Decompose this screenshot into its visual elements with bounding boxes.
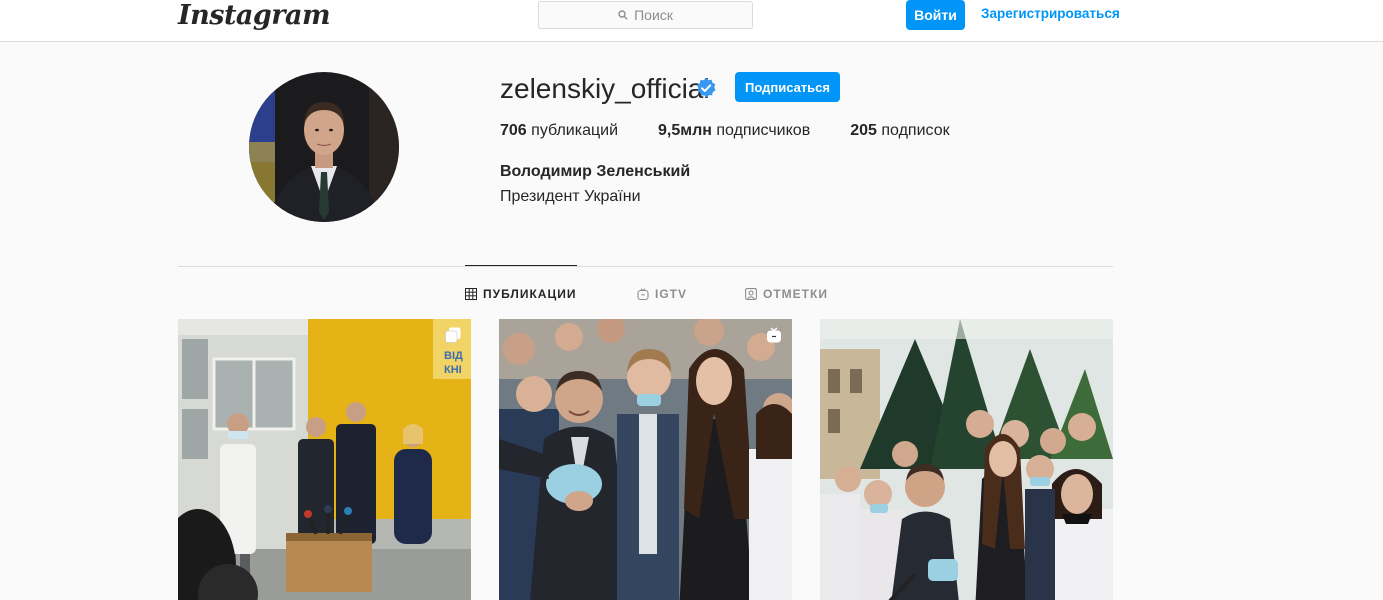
post-thumbnail-3[interactable] — [820, 319, 1113, 600]
active-tab-indicator — [465, 265, 577, 266]
following-count: 205 — [850, 122, 877, 139]
post-thumbnail-1[interactable]: ВІД КНІ — [178, 319, 471, 600]
post-photo-group-outdoors — [820, 319, 1113, 600]
followers-count: 9,5млн — [658, 122, 712, 139]
tab-tagged-label: ОТМЕТКИ — [763, 287, 828, 301]
avatar-photo — [249, 72, 399, 222]
instagram-logo[interactable]: Instagram — [178, 0, 331, 32]
grid-icon — [465, 288, 477, 300]
search-icon — [618, 10, 628, 20]
igtv-icon — [637, 288, 649, 300]
igtv-badge-icon — [767, 327, 781, 343]
followers-stat[interactable]: 9,5млн подписчиков — [658, 122, 810, 140]
top-navigation-bar: Instagram Поиск Войти Зарегистрироваться — [0, 0, 1383, 42]
tab-igtv-label: IGTV — [655, 287, 688, 301]
tab-tagged[interactable]: ОТМЕТКИ — [745, 286, 828, 302]
tab-posts[interactable]: ПУБЛИКАЦИИ — [465, 286, 576, 302]
posts-count-stat: 706 публикаций — [500, 122, 618, 140]
post-photo-press-conference: ВІД КНІ — [178, 319, 471, 600]
following-label: подписок — [881, 122, 950, 139]
posts-label: публикаций — [531, 122, 619, 139]
profile-bio: Президент України — [500, 188, 641, 205]
verified-badge-icon — [697, 78, 716, 98]
profile-avatar — [249, 72, 399, 222]
sign-text: ВІД — [444, 350, 463, 362]
profile-username: zelenskiy_official — [500, 73, 710, 104]
following-stat[interactable]: 205 подписок — [850, 122, 949, 140]
tagged-icon — [745, 288, 757, 300]
tab-igtv[interactable]: IGTV — [637, 286, 687, 302]
search-input[interactable]: Поиск — [538, 1, 753, 29]
post-photo-selfie-students — [499, 319, 792, 600]
signup-link[interactable]: Зарегистрироваться — [981, 6, 1120, 21]
login-button[interactable]: Войти — [906, 0, 965, 30]
followers-label: подписчиков — [716, 122, 811, 139]
search-placeholder: Поиск — [634, 7, 673, 23]
follow-button[interactable]: Подписаться — [735, 72, 840, 102]
posts-count: 706 — [500, 122, 527, 139]
profile-stats: 706 публикаций 9,5млн подписчиков 205 по… — [500, 122, 990, 140]
post-thumbnail-2[interactable] — [499, 319, 792, 600]
profile-full-name: Володимир Зеленський — [500, 163, 691, 180]
tabs-divider — [178, 266, 1113, 267]
tab-posts-label: ПУБЛИКАЦИИ — [483, 287, 577, 301]
svg-text:КНІ: КНІ — [444, 364, 462, 376]
multi-photo-icon — [445, 327, 461, 343]
